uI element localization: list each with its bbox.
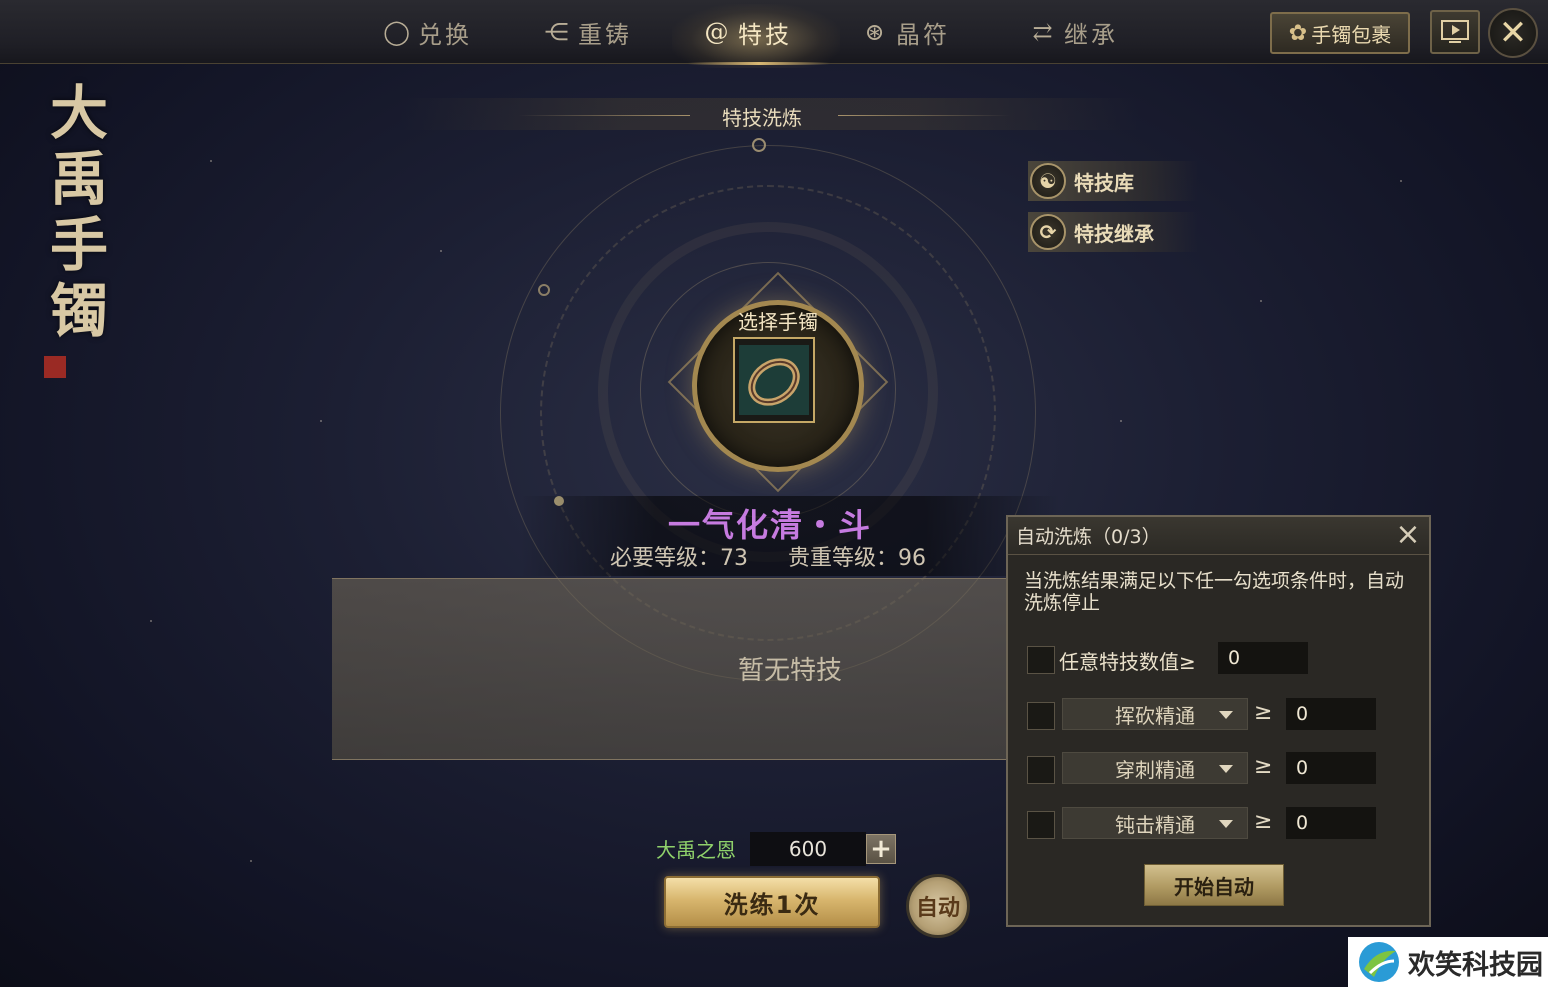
auto-label: 自动 (915, 896, 960, 921)
chevron-down-icon (1219, 820, 1233, 828)
arrows-icon: ⇄ (1032, 18, 1056, 46)
dialog-close-button[interactable]: × (1394, 520, 1422, 550)
condition-select[interactable]: 挥砍精通 (1062, 698, 1248, 730)
bracelet-slot[interactable] (733, 337, 815, 423)
skill-inherit-button[interactable]: ⟳ 特技继承 (1028, 212, 1198, 252)
condition-select[interactable]: 钝击精通 (1062, 807, 1248, 839)
tab-rune[interactable]: ⊛ 晶符 (862, 10, 950, 54)
divider (838, 115, 1010, 116)
ring-icon: ◯ (383, 18, 413, 46)
condition-option: 穿刺精通 (1115, 757, 1195, 782)
condition-value-input[interactable]: 0 (1286, 807, 1376, 839)
currency-label: 大禹之恩 (656, 838, 736, 862)
rarity-level: 贵重等级：96 (788, 546, 926, 571)
geq-symbol: ≥ (1254, 700, 1273, 725)
bag-button-label: 手镯包裹 (1311, 22, 1392, 47)
video-button[interactable] (1430, 10, 1480, 54)
any-value-checkbox[interactable] (1027, 646, 1055, 674)
bracelet-icon (739, 345, 809, 415)
close-icon: ✕ (1498, 13, 1528, 53)
toad-icon: ✿ (1288, 20, 1308, 46)
video-icon (1441, 20, 1469, 43)
start-auto-button[interactable]: 开始自动 (1144, 864, 1284, 906)
close-icon: × (1395, 517, 1421, 552)
tab-special-skill[interactable]: @ 特技 (704, 10, 792, 54)
close-button[interactable]: ✕ (1488, 8, 1538, 58)
tab-label: 兑换 (418, 20, 472, 49)
any-value-label: 任意特技数值≥ (1059, 650, 1196, 674)
condition-option: 钝击精通 (1115, 812, 1195, 837)
tab-label: 继承 (1064, 20, 1118, 49)
yin-yang-icon: ☯ (1030, 163, 1066, 199)
condition-checkbox[interactable] (1027, 702, 1055, 730)
auto-refine-button[interactable]: 自动 (906, 874, 970, 938)
condition-option: 挥砍精通 (1115, 703, 1195, 728)
dialog-title: 自动洗炼（0/3） (1016, 526, 1161, 548)
empty-skill-text: 暂无特技 (737, 656, 842, 686)
condition-value-input[interactable]: 0 (1286, 698, 1376, 730)
watermark: 欢笑科技园 (1348, 937, 1548, 987)
select-bracelet-label: 选择手镯 (738, 310, 818, 334)
cycle-icon: ⟳ (1030, 214, 1066, 250)
add-currency-button[interactable]: + (866, 834, 896, 864)
watermark-text: 欢笑科技园 (1408, 949, 1543, 981)
divider (518, 115, 690, 116)
tab-label: 特技 (738, 20, 792, 49)
watermark-logo-icon (1359, 942, 1399, 982)
active-tab-underline (688, 62, 830, 65)
section-title: 特技洗炼 (722, 106, 802, 130)
game-logo: 大 禹 手 镯 (49, 79, 108, 345)
seal-icon (44, 356, 66, 378)
condition-select[interactable]: 穿刺精通 (1062, 752, 1248, 784)
skill-name: 一气化清・斗 (667, 506, 872, 544)
dialog-description: 当洗炼结果满足以下任一勾选项条件时，自动洗炼停止 (1024, 570, 1405, 614)
required-level: 必要等级：73 (610, 546, 748, 571)
condition-checkbox[interactable] (1027, 811, 1055, 839)
skill-inherit-label: 特技继承 (1074, 221, 1154, 246)
swirl-icon: @ (704, 18, 732, 46)
plus-icon: + (870, 834, 892, 864)
tab-inherit[interactable]: ⇄ 继承 (1030, 10, 1118, 54)
orb-icon (538, 284, 550, 296)
condition-value-input[interactable]: 0 (1286, 752, 1376, 784)
geq-symbol: ≥ (1254, 754, 1273, 779)
tab-label: 晶符 (896, 20, 950, 49)
rune-icon: ⊛ (864, 18, 888, 46)
tab-label: 重铸 (578, 20, 632, 49)
skill-list-panel (332, 578, 1032, 760)
refine-once-label: 洗练1次 (723, 890, 821, 919)
any-value-input[interactable]: 0 (1218, 642, 1308, 674)
tab-exchange[interactable]: ◯ 兑换 (383, 10, 472, 54)
condition-checkbox[interactable] (1027, 756, 1055, 784)
currency-value: 600 (750, 832, 866, 866)
geq-symbol: ≥ (1254, 809, 1273, 834)
orb-icon (752, 138, 766, 152)
chevron-down-icon (1219, 765, 1233, 773)
start-auto-label: 开始自动 (1174, 874, 1254, 899)
chevron-down-icon (1219, 711, 1233, 719)
refine-once-button[interactable]: 洗练1次 (664, 876, 880, 928)
skill-library-button[interactable]: ☯ 特技库 (1028, 161, 1198, 201)
recast-icon: ⋲ (544, 18, 572, 46)
skill-library-label: 特技库 (1074, 170, 1134, 195)
bracelet-bag-button[interactable]: ✿ 手镯包裹 (1270, 12, 1410, 54)
tab-recast[interactable]: ⋲ 重铸 (544, 10, 632, 54)
